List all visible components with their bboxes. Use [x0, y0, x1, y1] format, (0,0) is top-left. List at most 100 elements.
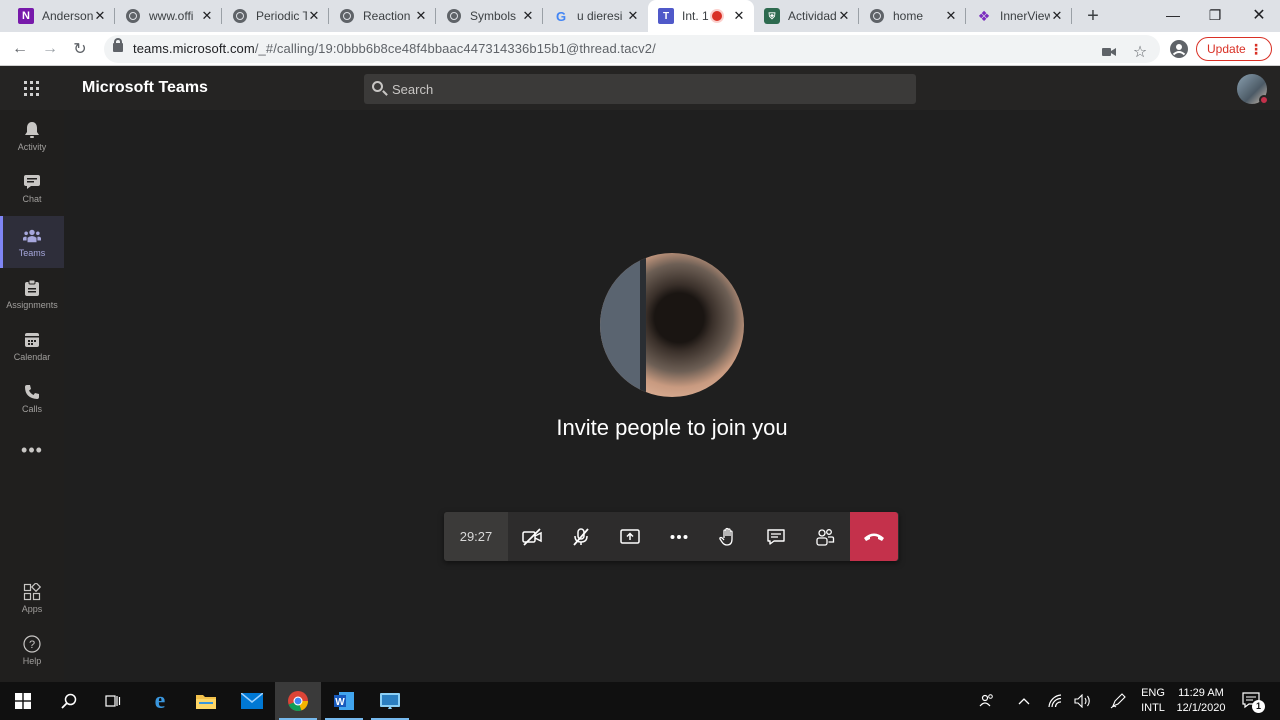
rail-item-assignments[interactable]: Assignments: [0, 268, 64, 320]
address-bar[interactable]: teams.microsoft.com/_#/calling/19:0bbb6b…: [104, 35, 1160, 63]
rail-item-calendar[interactable]: Calendar: [0, 320, 64, 372]
search-input[interactable]: [392, 80, 892, 98]
show-conversation-button[interactable]: [752, 512, 801, 561]
reload-icon[interactable]: ↻: [68, 37, 92, 61]
globe-icon: [232, 8, 248, 24]
tab-title: Anderson: [42, 9, 93, 23]
browser-tab[interactable]: home ✕: [859, 0, 966, 32]
browser-tab[interactable]: G u dieresi ✕: [543, 0, 648, 32]
chevron-up-icon[interactable]: [1012, 682, 1036, 720]
close-icon[interactable]: ✕: [414, 8, 428, 24]
close-icon[interactable]: ✕: [626, 8, 640, 24]
rail-item-label: Assignments: [6, 299, 58, 310]
wifi-icon[interactable]: [1043, 682, 1067, 720]
url-text[interactable]: teams.microsoft.com/_#/calling/19:0bbb6b…: [133, 41, 656, 56]
back-icon[interactable]: ←: [8, 37, 32, 61]
taskbar-teams-app[interactable]: [367, 682, 413, 720]
notifications-icon[interactable]: 1: [1238, 682, 1266, 720]
update-button[interactable]: Update ⋮: [1196, 37, 1272, 61]
windows-logo-icon: [15, 693, 31, 709]
rail-item-chat[interactable]: Chat: [0, 162, 64, 214]
close-icon[interactable]: ✕: [93, 8, 107, 24]
profile-icon[interactable]: [1170, 40, 1188, 58]
tab-title: Actividad: [788, 9, 837, 23]
forward-icon[interactable]: →: [38, 37, 62, 61]
task-view-icon: [105, 695, 121, 707]
raise-hand-button[interactable]: [703, 512, 752, 561]
minimize-icon[interactable]: —: [1150, 0, 1196, 30]
rail-item-activity[interactable]: Activity: [0, 110, 64, 162]
rail-item-help[interactable]: ? Help: [0, 624, 64, 676]
taskbar-chrome[interactable]: [275, 682, 321, 720]
input-language[interactable]: ENG INTL: [1138, 686, 1168, 716]
globe-icon: [339, 8, 355, 24]
chrome-icon: [288, 691, 309, 712]
close-icon[interactable]: ✕: [521, 8, 535, 24]
taskbar-mail[interactable]: [229, 682, 275, 720]
browser-tab[interactable]: Periodic T ✕: [222, 0, 329, 32]
rail-item-more[interactable]: •••: [0, 426, 64, 478]
tab-title: u dieresi: [577, 9, 623, 23]
app-icon: [380, 693, 400, 709]
tab-title: Symbols: [470, 9, 517, 23]
rail-item-calls[interactable]: Calls: [0, 372, 64, 424]
rail-item-apps[interactable]: Apps: [0, 572, 64, 624]
rail-item-teams[interactable]: Teams: [0, 216, 64, 268]
taskbar-edge[interactable]: e: [137, 682, 183, 720]
microphone-off-icon: [573, 527, 589, 546]
task-view-button[interactable]: [90, 682, 136, 720]
call-stage: Invite people to join you 29:27: [64, 110, 1280, 682]
camera-off-button[interactable]: [508, 512, 557, 561]
search-icon: [61, 693, 77, 709]
globe-icon: [125, 8, 141, 24]
call-timer: 29:27: [444, 512, 508, 561]
system-clock[interactable]: 11:29 AM 12/1/2020: [1170, 686, 1232, 716]
taskbar-word[interactable]: W: [321, 682, 367, 720]
share-screen-icon: [620, 528, 640, 544]
browser-tab[interactable]: Reaction ✕: [329, 0, 436, 32]
folder-icon: [196, 695, 216, 709]
mute-button[interactable]: [557, 512, 606, 561]
close-window-icon[interactable]: ✕: [1236, 0, 1280, 30]
people-icon[interactable]: [975, 682, 999, 720]
browser-toolbar: ← → ↻ teams.microsoft.com/_#/calling/19:…: [0, 32, 1280, 66]
browser-tab[interactable]: N Anderson ✕: [8, 0, 115, 32]
show-participants-button[interactable]: [801, 512, 850, 561]
restore-icon[interactable]: ❐: [1192, 0, 1238, 30]
share-screen-button[interactable]: [606, 512, 655, 561]
bookmark-star-icon[interactable]: ☆: [1131, 43, 1149, 61]
status-badge: [1259, 95, 1269, 105]
more-actions-button[interactable]: [654, 512, 703, 561]
camera-icon[interactable]: [1100, 43, 1118, 61]
close-icon[interactable]: ✕: [200, 8, 214, 24]
avatar[interactable]: [1237, 74, 1269, 105]
browser-tab[interactable]: ⛨ Actividad ✕: [754, 0, 859, 32]
close-icon[interactable]: ✕: [944, 8, 958, 24]
browser-tab[interactable]: www.offi ✕: [115, 0, 222, 32]
close-icon[interactable]: ✕: [837, 8, 851, 24]
close-icon[interactable]: ✕: [307, 8, 321, 24]
participants-icon: [816, 528, 835, 546]
calendar-icon: [23, 331, 41, 349]
rail-item-label: Apps: [21, 603, 43, 614]
app-launcher-icon[interactable]: [24, 81, 39, 96]
search-box[interactable]: [364, 74, 916, 104]
hang-up-button[interactable]: [849, 512, 898, 561]
teams-icon: T: [658, 8, 674, 24]
taskbar-file-explorer[interactable]: [183, 682, 229, 720]
browser-tab[interactable]: ❖ InnerView ✕: [966, 0, 1072, 32]
taskbar-search-button[interactable]: [46, 682, 92, 720]
close-icon[interactable]: ✕: [1050, 8, 1064, 24]
browser-tab[interactable]: Symbols ✕: [436, 0, 543, 32]
start-button[interactable]: [0, 682, 46, 720]
shield-icon: ⛨: [764, 8, 780, 24]
rail-item-label: Activity: [17, 141, 47, 152]
new-tab-button[interactable]: +: [1082, 5, 1104, 27]
close-icon[interactable]: ✕: [732, 8, 746, 24]
pen-icon[interactable]: [1106, 682, 1130, 720]
edge-icon: e: [154, 687, 166, 714]
volume-icon[interactable]: [1071, 682, 1095, 720]
bell-icon: [23, 121, 41, 139]
invite-message: Invite people to join you: [556, 415, 788, 440]
browser-tab-active[interactable]: T Int. 1 ✕: [648, 0, 754, 32]
